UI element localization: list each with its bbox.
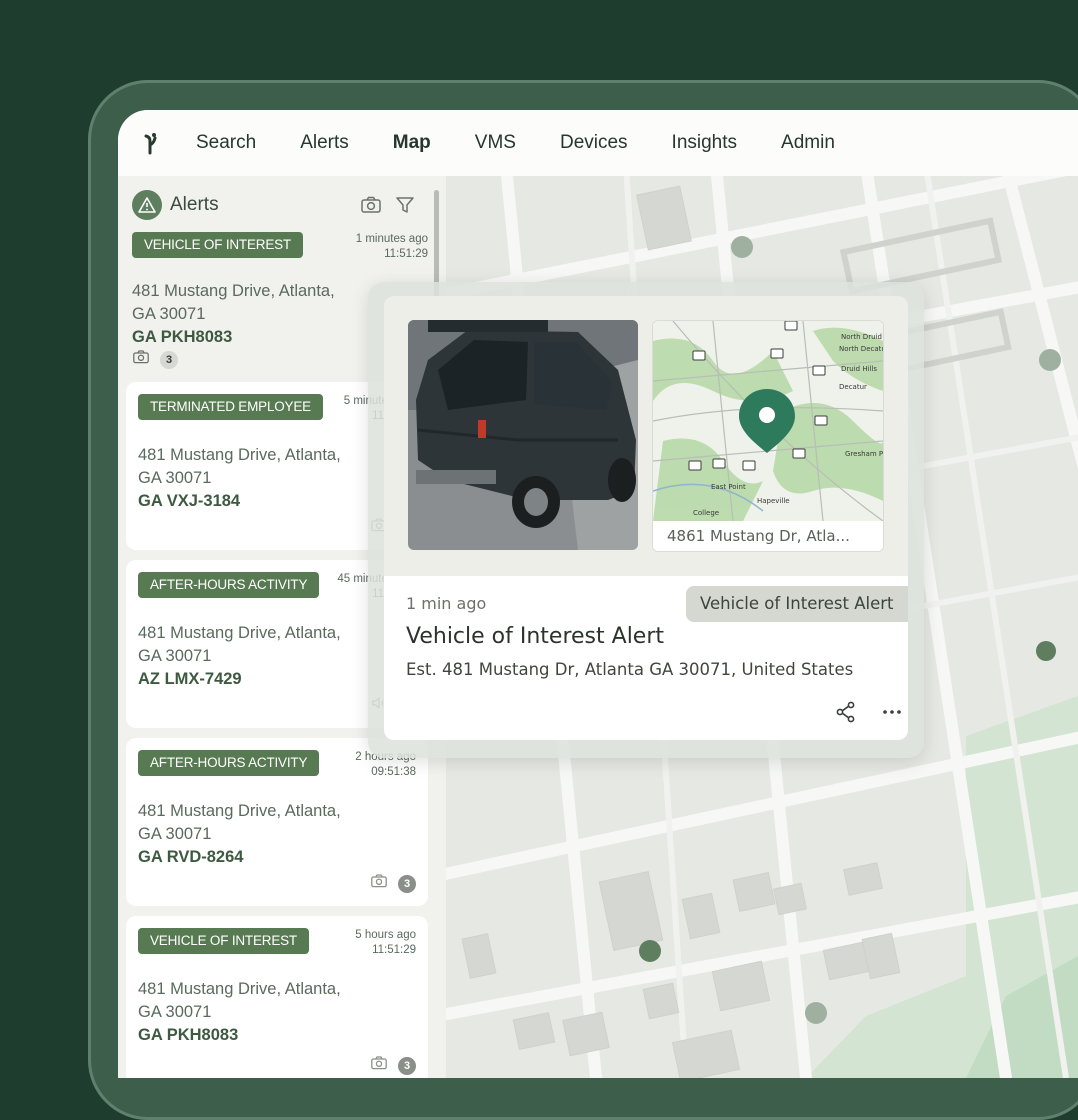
more-icon[interactable] [880, 700, 904, 724]
map-label: North Decatur [839, 345, 883, 353]
map-label: Gresham P [845, 450, 883, 458]
alert-plate: AZ LMX-7429 [138, 670, 242, 688]
camera-icon[interactable] [360, 194, 382, 216]
camera-icon [370, 1055, 388, 1076]
location-minimap[interactable]: North Druid North Decatur Druid Hills De… [652, 320, 884, 552]
map-label: Druid Hills [841, 365, 877, 373]
alert-media[interactable]: 3 [370, 1055, 416, 1076]
popup-alert-tag: Vehicle of Interest Alert [686, 586, 908, 622]
media-count: 3 [398, 874, 416, 893]
nav-vms[interactable]: VMS [475, 132, 516, 154]
alert-address: 481 Mustang Drive, Atlanta, GA 30071 [138, 446, 341, 487]
alert-time: 5 hours ago 11:51:29 [355, 929, 416, 956]
alert-address: 481 Mustang Drive, Atlanta, GA 30071 [132, 282, 335, 323]
alert-badge: TERMINATED EMPLOYEE [138, 394, 323, 420]
alert-plate: GA PKH8083 [132, 328, 233, 346]
alert-badge: VEHICLE OF INTEREST [138, 928, 309, 954]
alert-plate: GA VXJ-3184 [138, 492, 241, 510]
nav-map[interactable]: Map [393, 132, 431, 154]
map-label: North Druid [841, 333, 882, 341]
alert-badge: VEHICLE OF INTEREST [132, 232, 303, 258]
filter-icon[interactable] [394, 194, 416, 216]
top-nav: Search Alerts Map VMS Devices Insights A… [118, 110, 1078, 177]
media-count: 3 [398, 1056, 416, 1075]
map-label: Hapeville [757, 497, 790, 505]
map-label: Decatur [839, 383, 867, 391]
camera-icon [132, 349, 150, 370]
alert-address: 481 Mustang Drive, Atlanta, GA 30071 [138, 624, 341, 665]
alert-plate: GA PKH8083 [138, 1026, 239, 1044]
alert-item[interactable]: VEHICLE OF INTEREST 5 hours ago 11:51:29 … [126, 916, 428, 1078]
alert-plate: GA RVD-8264 [138, 848, 244, 866]
share-icon[interactable] [834, 700, 858, 724]
map-label: East Point [711, 483, 746, 491]
popup-title: Vehicle of Interest Alert [406, 624, 665, 649]
alert-badge: AFTER-HOURS ACTIVITY [138, 572, 320, 598]
popup-address: Est. 481 Mustang Dr, Atlanta GA 30071, U… [406, 660, 854, 679]
warning-icon [132, 190, 162, 220]
alert-media[interactable]: 3 [370, 873, 416, 894]
vehicle-photo[interactable] [408, 320, 638, 550]
alert-media[interactable]: 3 [132, 349, 178, 370]
nav-alerts[interactable]: Alerts [300, 132, 349, 154]
media-count: 3 [160, 350, 178, 369]
nav-admin[interactable]: Admin [781, 132, 835, 154]
alert-address: 481 Mustang Drive, Atlanta, GA 30071 [138, 980, 341, 1021]
map-label: College [693, 509, 719, 517]
logo-icon[interactable] [136, 128, 166, 158]
alert-badge: AFTER-HOURS ACTIVITY [138, 750, 320, 776]
sidebar-header: Alerts [132, 190, 432, 222]
popup-timestamp: 1 min ago [406, 594, 487, 613]
nav-devices[interactable]: Devices [560, 132, 628, 154]
alert-address: 481 Mustang Drive, Atlanta, GA 30071 [138, 802, 341, 843]
nav-insights[interactable]: Insights [672, 132, 737, 154]
nav-search[interactable]: Search [196, 132, 256, 154]
minimap-address: 4861 Mustang Dr, Atla... [653, 521, 883, 551]
sidebar-title: Alerts [170, 194, 219, 215]
camera-icon [370, 873, 388, 894]
alert-item[interactable]: AFTER-HOURS ACTIVITY 2 hours ago09:51:38… [126, 738, 428, 906]
alert-time: 1 minutes ago 11:51:29 [355, 233, 428, 260]
